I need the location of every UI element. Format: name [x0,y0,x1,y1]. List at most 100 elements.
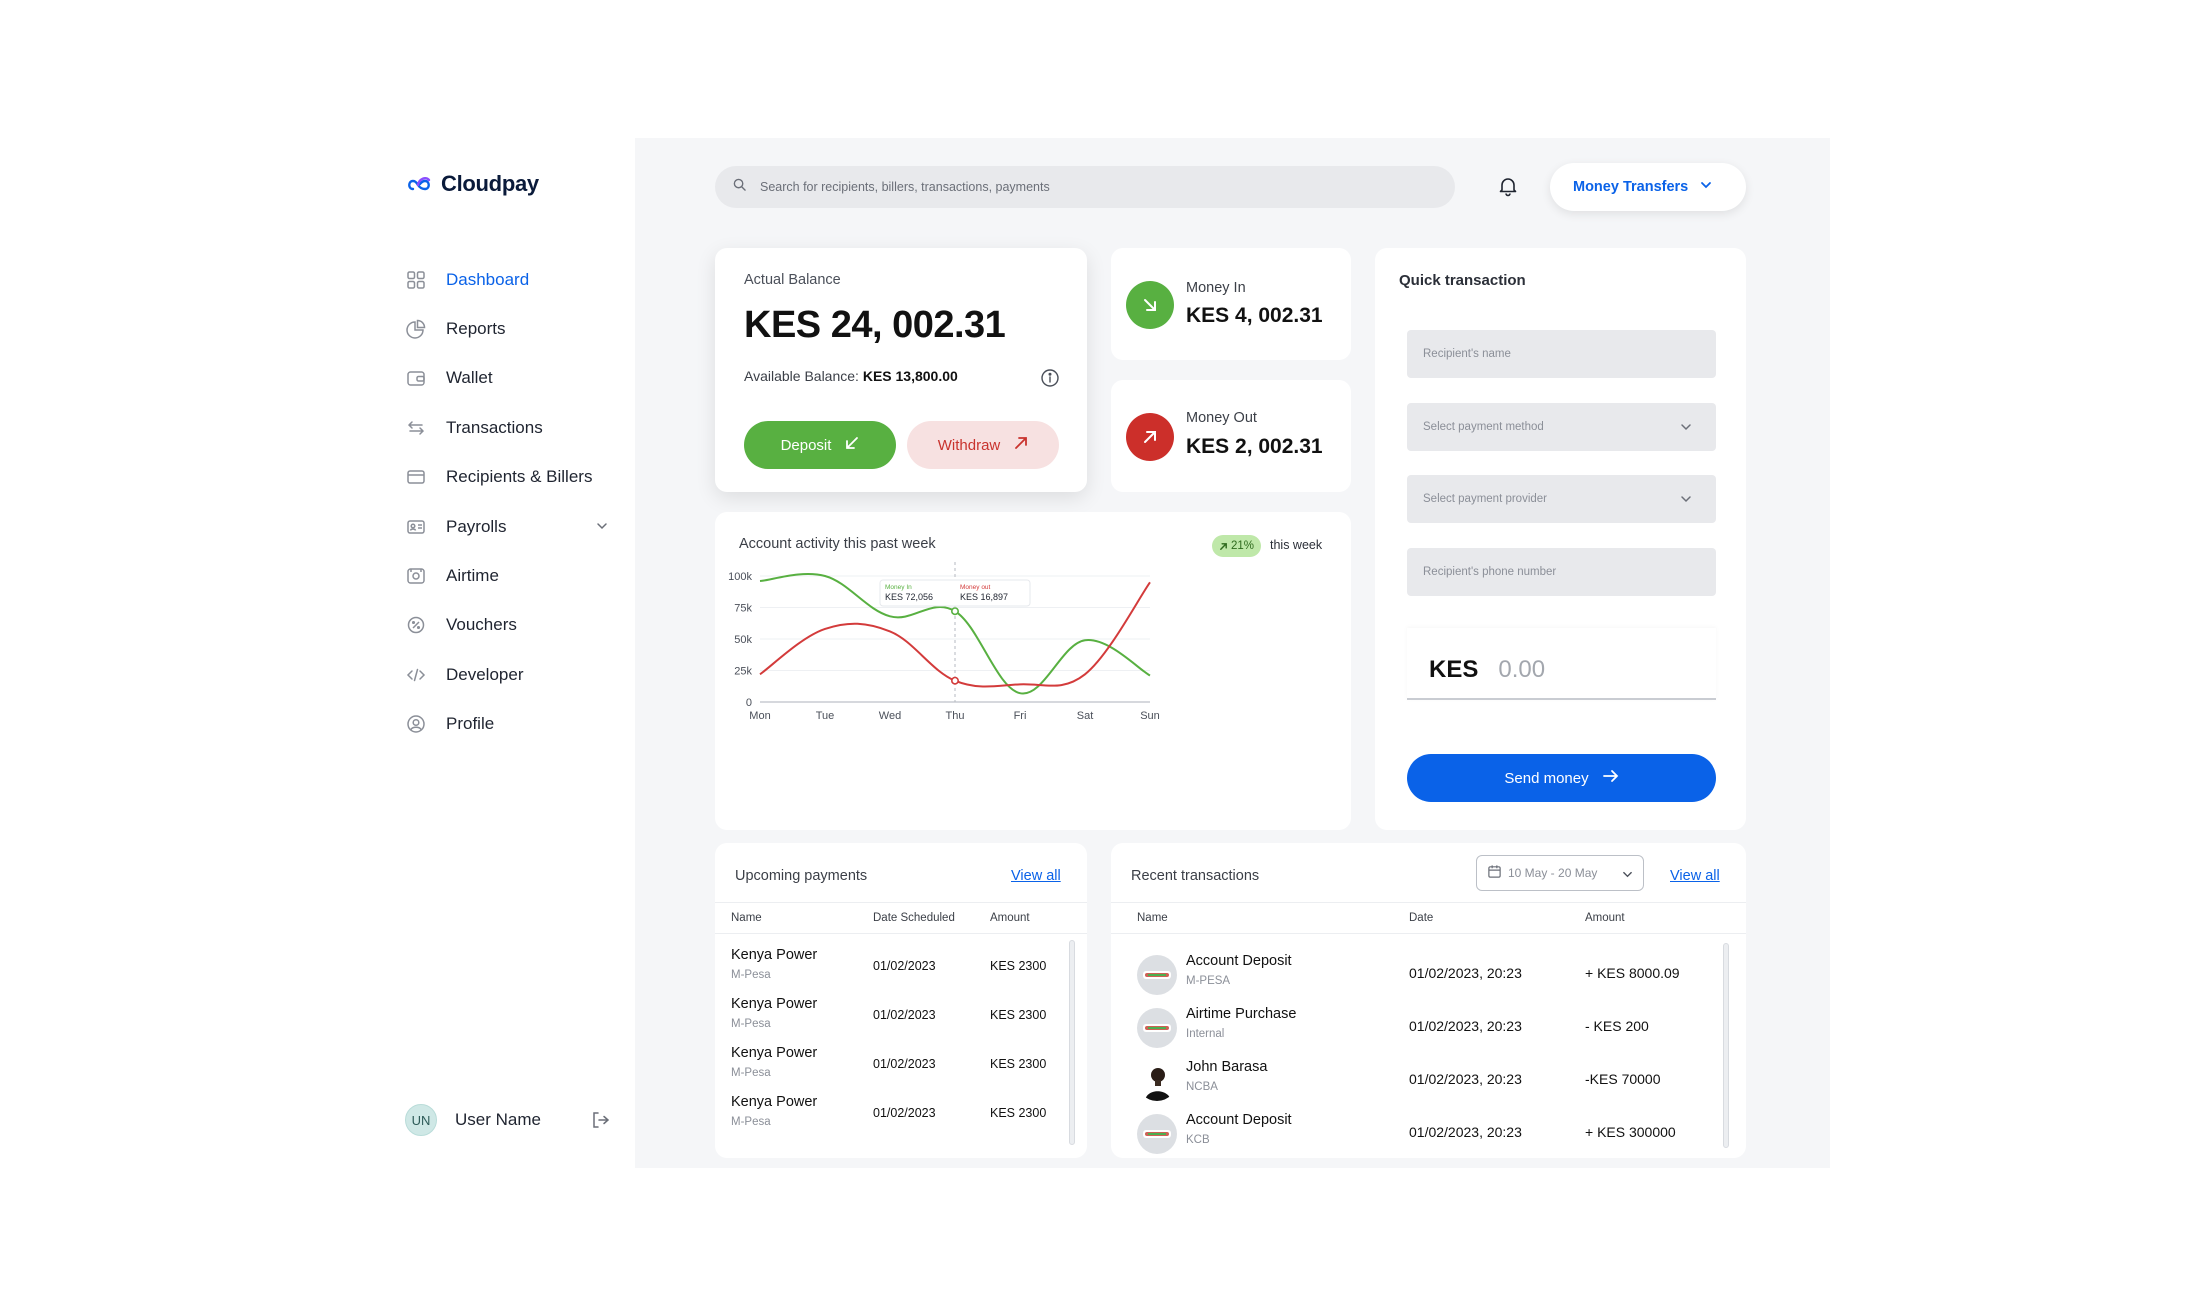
search-input[interactable]: Search for recipients, billers, transact… [715,166,1455,208]
upcoming-table-header: Name Date Scheduled Amount [715,902,1087,934]
table-row[interactable]: Account Deposit M-PESA 01/02/2023, 20:23… [1111,949,1721,1002]
arrow-down-left-icon [845,436,859,454]
column-header: Amount [1585,912,1625,924]
currency-label: KES [1429,656,1479,683]
upcoming-view-all-link[interactable]: View all [1011,868,1061,884]
column-header: Name [731,912,762,924]
table-row[interactable]: Kenya Power M-Pesa 01/02/2023 KES 2300 [715,947,1065,996]
table-row[interactable]: Account Deposit KCB 01/02/2023, 20:23 + … [1111,1108,1721,1158]
sidebar-item-label: Vouchers [446,615,517,635]
sidebar-item-label: Dashboard [446,269,530,289]
sidebar-item-transactions[interactable]: Transactions [405,403,610,452]
avatar: UN [405,1104,437,1136]
y-tick-label: 75k [734,603,752,615]
money-transfers-dropdown[interactable]: Money Transfers [1550,163,1746,211]
recent-scrollbar[interactable] [1723,943,1729,1148]
transaction-name: Account Deposit [1186,953,1292,969]
date-range-value: 10 May - 20 May [1508,866,1598,880]
arrow-up-right-icon [1126,413,1174,461]
column-header: Date Scheduled [873,912,955,924]
bank-logo-avatar [1137,1008,1177,1048]
activity-chart: 0 25k 50k 75k 100k Mon Tue Wed Thu Fri Sat Sun Money… [728,562,1160,722]
arrow-up-right-icon [1220,542,1227,550]
bell-icon[interactable] [1497,175,1519,202]
scheduled-date: 01/02/2023 [873,1106,936,1120]
search-placeholder: Search for recipients, billers, transact… [760,180,1050,194]
tooltip-out-value: KES 16,897 [960,592,1008,602]
payment-amount: KES 2300 [990,1057,1047,1071]
payee-name: Kenya Power [731,1045,818,1061]
sidebar-item-developer[interactable]: Developer [405,650,610,699]
send-money-button[interactable]: Send money [1407,754,1716,802]
table-row[interactable]: Kenya Power M-Pesa 01/02/2023 KES 2300 [715,996,1065,1045]
amount-input[interactable]: KES 0.00 [1407,628,1716,700]
wallet-icon [405,367,427,389]
payment-provider-select[interactable]: Select payment provider [1407,475,1716,523]
money-in-card: Money In KES 4, 002.31 [1111,248,1351,360]
brand-name: Cloudpay [441,171,539,196]
table-row[interactable]: Airtime Purchase Internal 01/02/2023, 20… [1111,1002,1721,1055]
arrow-up-right-icon [1014,436,1028,454]
airtime-icon [405,565,427,587]
card-icon [405,466,427,488]
chevron-down-icon[interactable] [596,519,608,537]
info-icon[interactable] [1040,368,1060,393]
transaction-channel: NCBA [1186,1081,1218,1093]
logout-icon[interactable] [590,1110,610,1135]
transaction-amount: + KES 8000.09 [1585,965,1680,981]
table-row[interactable]: John Barasa NCBA 01/02/2023, 20:23 -KES … [1111,1055,1721,1108]
main-panel: Search for recipients, billers, transact… [635,138,1830,1168]
available-balance-value: KES 13,800.00 [862,368,958,384]
recipient-name-placeholder: Recipient's name [1423,348,1511,360]
tooltip-in-label: Money In [885,584,912,591]
y-tick-label: 100k [728,571,752,583]
transaction-amount: -KES 70000 [1585,1071,1661,1087]
upcoming-scrollbar[interactable] [1069,940,1075,1145]
sidebar-item-vouchers[interactable]: Vouchers [405,601,610,650]
recent-table-header: Name Date Amount [1111,902,1746,934]
payment-method-select[interactable]: Select payment method [1407,403,1716,451]
sidebar-item-airtime[interactable]: Airtime [405,551,610,600]
transaction-date: 01/02/2023, 20:23 [1409,1124,1522,1140]
sidebar-item-label: Reports [446,319,506,339]
balance-label: Actual Balance [744,272,841,288]
date-range-picker[interactable]: 10 May - 20 May [1476,855,1644,891]
recipient-name-field[interactable]: Recipient's name [1407,330,1716,378]
withdraw-button[interactable]: Withdraw [907,421,1059,469]
table-row[interactable]: Kenya Power M-Pesa 01/02/2023 KES 2300 [715,1045,1065,1094]
user-name: User Name [455,1110,541,1129]
deposit-button[interactable]: Deposit [744,421,896,469]
chevron-down-icon [1700,179,1712,195]
tooltip-in-value: KES 72,056 [885,592,933,602]
recipient-phone-field[interactable]: Recipient's phone number [1407,548,1716,596]
transaction-channel: Internal [1186,1028,1225,1040]
chevron-down-icon [1622,869,1633,883]
available-balance: Available Balance: KES 13,800.00 [744,368,958,384]
recent-view-all-link[interactable]: View all [1670,868,1720,884]
sidebar-item-recipients-billers[interactable]: Recipients & Billers [405,453,610,502]
recent-transactions-title: Recent transactions [1131,868,1260,884]
person-avatar [1137,1061,1177,1101]
payee-name: Kenya Power [731,1094,818,1110]
balance-card: Actual Balance KES 24, 002.31 Available … [715,248,1087,492]
payment-provider-placeholder: Select payment provider [1423,493,1548,505]
payee-method: M-Pesa [731,1067,771,1079]
sidebar-item-wallet[interactable]: Wallet [405,354,610,403]
money-out-value: KES 2, 002.31 [1186,435,1323,458]
transfer-arrows-icon [405,417,427,439]
sidebar-item-profile[interactable]: Profile [405,700,610,749]
sidebar-item-dashboard[interactable]: Dashboard [405,255,610,304]
code-icon [405,664,427,686]
payment-method-placeholder: Select payment method [1423,421,1544,433]
calendar-icon [1487,864,1502,882]
table-row[interactable]: Kenya Power M-Pesa 01/02/2023 KES 2300 [715,1094,1065,1143]
search-icon [733,178,746,196]
money-in-value: KES 4, 002.31 [1186,304,1323,327]
x-tick-label: Sun [1140,710,1160,722]
recent-transactions-card: Recent transactions 10 May - 20 May View… [1111,843,1746,1158]
sidebar-item-reports[interactable]: Reports [405,304,610,353]
sidebar-item-label: Profile [446,714,495,734]
sidebar-item-payrolls[interactable]: Payrolls [405,502,610,551]
user-profile[interactable]: UN User Name [405,1104,610,1136]
brand-logo[interactable]: Cloudpay [405,171,539,197]
